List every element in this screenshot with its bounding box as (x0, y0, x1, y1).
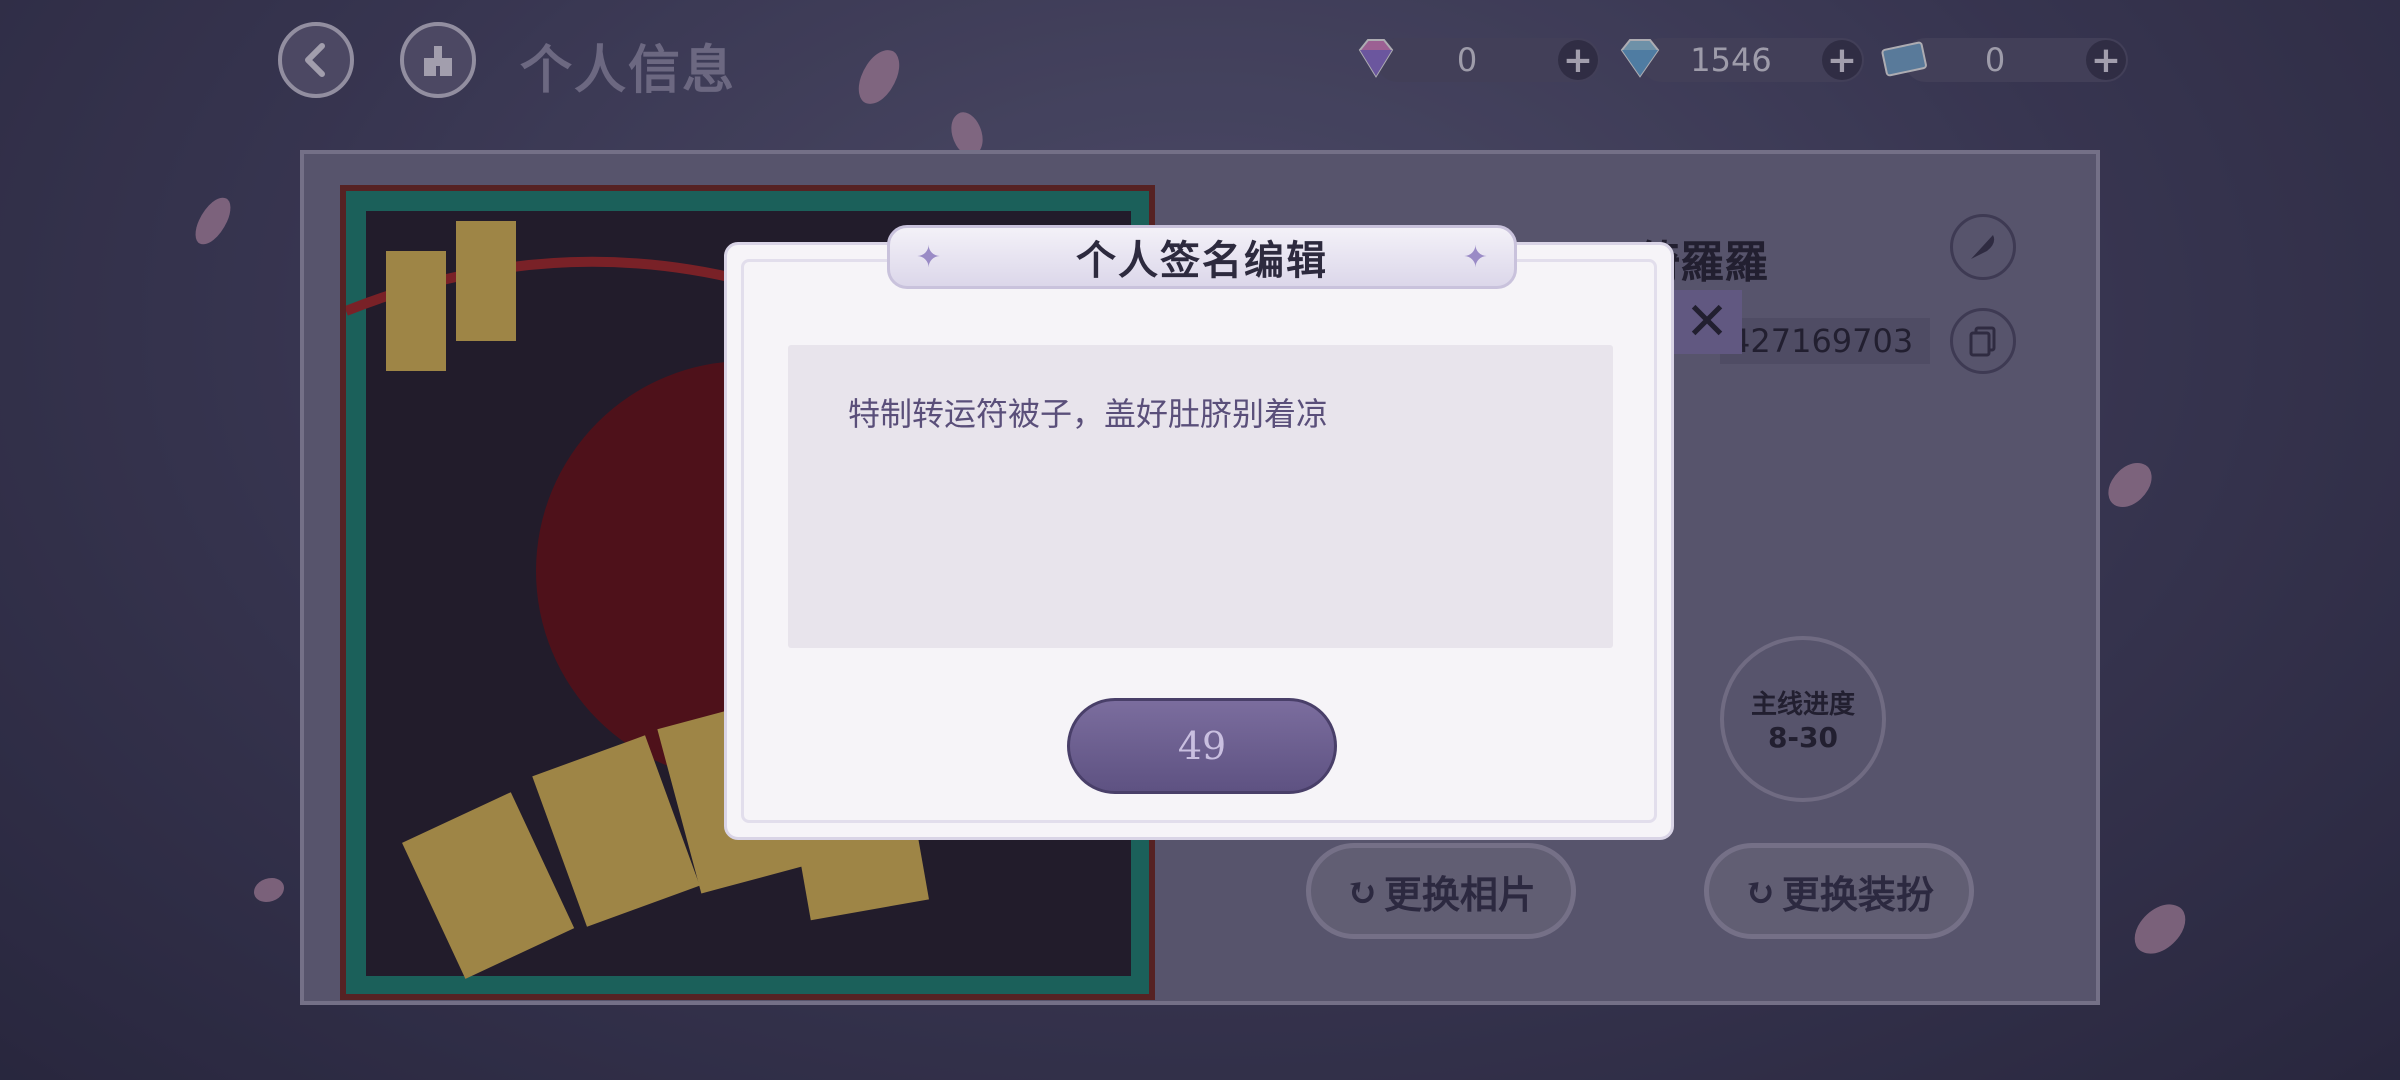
confirm-button[interactable]: 49 (1067, 698, 1337, 794)
signature-input[interactable]: 特制转运符被子，盖好肚脐别着凉 (788, 345, 1613, 648)
dialog-title: 个人签名编辑 (1076, 237, 1328, 284)
signature-edit-dialog: ✦ 个人签名编辑 ✦ 特制转运符被子，盖好肚脐别着凉 49 (724, 225, 1674, 840)
dialog-title-plate: ✦ 个人签名编辑 ✦ (887, 225, 1517, 289)
signature-text: 特制转运符被子，盖好肚脐别着凉 (848, 395, 1329, 433)
remaining-char-count: 49 (1177, 724, 1227, 768)
sparkle-icon: ✦ (916, 240, 942, 275)
sparkle-icon: ✦ (1462, 240, 1488, 275)
